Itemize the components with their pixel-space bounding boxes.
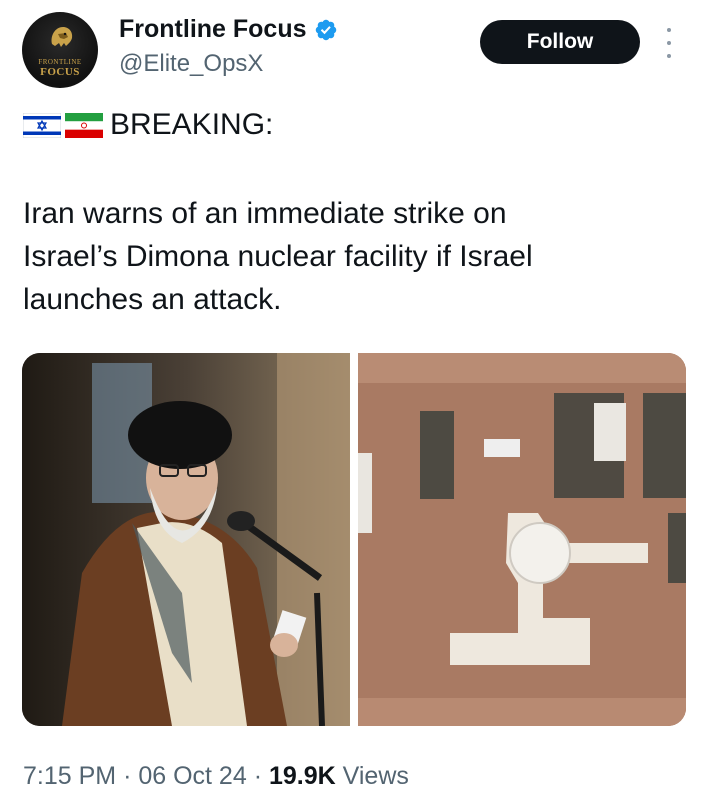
breaking-label: BREAKING: (110, 108, 274, 141)
media-grid (22, 353, 686, 726)
more-vertical-icon[interactable] (663, 28, 675, 58)
follow-button[interactable]: Follow (480, 20, 640, 64)
more-dot (667, 41, 671, 45)
avatar[interactable]: FRONTLINE FOCUS (22, 12, 98, 88)
media-photo-cleric[interactable] (22, 353, 350, 726)
separator: · (253, 762, 263, 790)
breaking-headline: BREAKING: (23, 106, 273, 144)
separator: · (123, 762, 132, 790)
display-name-row[interactable]: Frontline Focus (119, 15, 338, 44)
satellite-photo-drawing (358, 353, 686, 726)
tweet-text-line: Iran warns of an immediate strike on (23, 197, 507, 230)
media-photo-satellite[interactable] (358, 353, 686, 726)
views-count[interactable]: 19.9K (269, 762, 336, 790)
tweet-date[interactable]: 06 Oct 24 (138, 762, 246, 790)
avatar-brand-top: FRONTLINE (38, 58, 82, 66)
iran-flag-icon (65, 112, 103, 138)
verified-badge-icon (315, 19, 336, 40)
avatar-brand-bottom: FOCUS (40, 66, 80, 78)
user-handle[interactable]: @Elite_OpsX (119, 50, 263, 78)
tweet-time[interactable]: 7:15 PM (23, 762, 116, 790)
tweet-text-line: Israel’s Dimona nuclear facility if Isra… (23, 240, 533, 273)
tweet-text: Iran warns of an immediate strike on Isr… (23, 192, 663, 321)
cleric-photo-drawing (22, 353, 350, 726)
more-dot (667, 54, 671, 58)
display-name[interactable]: Frontline Focus (119, 15, 307, 44)
tweet-text-line: launches an attack. (23, 283, 282, 316)
tweet-meta: 7:15 PM · 06 Oct 24 · 19.9K Views (23, 762, 409, 791)
israel-flag-icon (23, 112, 61, 138)
views-label: Views (342, 762, 409, 790)
more-dot (667, 28, 671, 32)
lion-logo-icon (51, 27, 73, 47)
